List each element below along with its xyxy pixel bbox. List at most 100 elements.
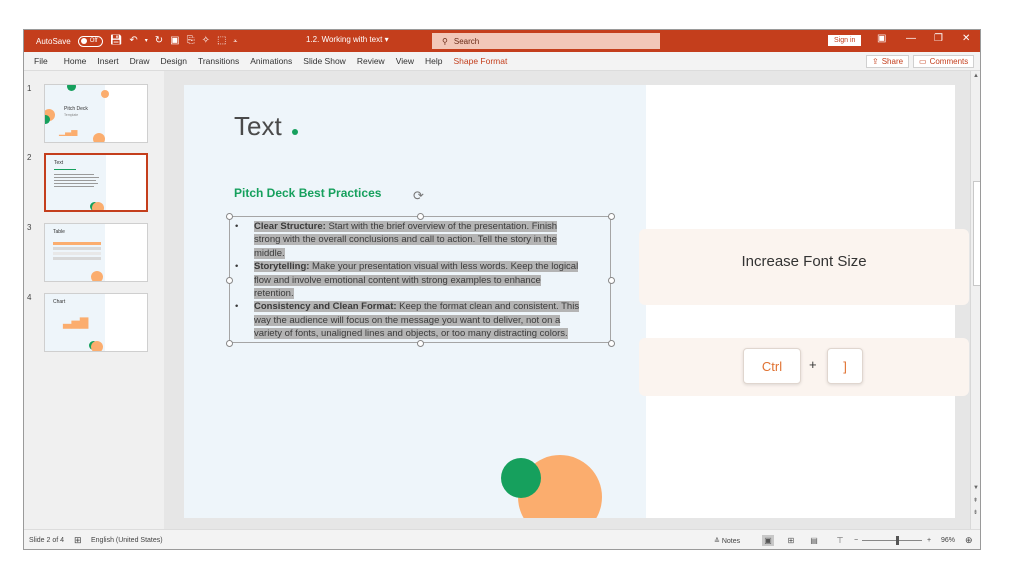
scrollbar-thumb[interactable] <box>973 181 980 286</box>
resize-handle[interactable] <box>608 213 615 220</box>
language-indicator[interactable]: English (United States) <box>91 537 163 544</box>
comments-button[interactable]: ▭ Comments <box>913 55 975 68</box>
powerpoint-window: AutoSave Off 💾︎ ↶ ▾ ↻ ▣ ⎘ ✧ ⬚ ⩡ 1.2. Wor… <box>23 29 981 550</box>
slide-thumbnail-1[interactable]: Pitch Deck Template ▁▃▅ <box>44 84 148 143</box>
tab-design[interactable]: Design <box>161 56 187 66</box>
thumbnail-line <box>54 183 98 184</box>
next-slide-icon[interactable]: ⇟ <box>973 509 978 516</box>
key-ctrl: Ctrl <box>743 348 801 384</box>
minimize-icon[interactable]: — <box>906 33 916 44</box>
thumbnail-decoration <box>92 202 104 210</box>
thumbnail-table-header <box>53 242 101 245</box>
shortcut-hint-title: Increase Font Size <box>741 253 867 270</box>
tab-animations[interactable]: Animations <box>250 56 292 66</box>
fit-to-window-icon[interactable]: ⊕ <box>965 535 973 546</box>
zoom-in-button[interactable]: + <box>927 537 931 544</box>
share-button[interactable]: ⇪ Share <box>866 55 910 68</box>
search-placeholder: Search <box>453 36 480 46</box>
resize-handle[interactable] <box>417 213 424 220</box>
rotate-handle-icon[interactable]: ⟳ <box>413 188 424 204</box>
tab-help[interactable]: Help <box>425 56 442 66</box>
autosave-toggle[interactable]: Off <box>77 35 103 47</box>
status-bar: Slide 2 of 4 ⊞ English (United States) ≙… <box>24 529 980 549</box>
undo-icon[interactable]: ↶ <box>129 36 137 46</box>
share-icon: ⇪ <box>872 57 879 66</box>
bullet-text: strong with the overall conclusions and … <box>254 234 557 246</box>
bullet-item: • Consistency and Clean Format: Keep the… <box>230 300 610 340</box>
document-title[interactable]: 1.2. Working with text ▾ <box>306 35 389 44</box>
slide-thumbnail-2[interactable]: Text <box>44 153 148 212</box>
document-title-caret: ▾ <box>384 35 389 44</box>
zoom-slider-track[interactable] <box>862 540 922 541</box>
search-box[interactable]: ⚲ Search <box>432 33 660 49</box>
resize-handle[interactable] <box>226 213 233 220</box>
thumbnail-line <box>54 169 76 170</box>
slide-thumbnail-pane: 1 Pitch Deck Template ▁▃▅ 2 Text 3 Table… <box>24 71 164 529</box>
thumbnail-number: 4 <box>27 293 32 302</box>
save-icon[interactable]: 💾︎ <box>110 36 123 46</box>
thumbnail-decoration <box>91 271 103 281</box>
slide-sorter-icon[interactable]: ⊞ <box>785 535 797 546</box>
previous-slide-icon[interactable]: ⇞ <box>973 497 978 504</box>
tab-review[interactable]: Review <box>357 56 385 66</box>
tab-slide-show[interactable]: Slide Show <box>303 56 346 66</box>
slide-thumbnail-3[interactable]: Table <box>44 223 148 282</box>
bullet-text: Make your presentation visual with less … <box>309 261 579 273</box>
thumbnail-number: 1 <box>27 84 32 93</box>
selection-icon[interactable]: ⬚ <box>217 36 226 46</box>
slide-show-icon[interactable]: ⊤ <box>834 535 846 546</box>
close-icon[interactable]: ✕ <box>962 33 970 44</box>
tab-view[interactable]: View <box>396 56 414 66</box>
notes-label: Notes <box>721 538 741 545</box>
tab-draw[interactable]: Draw <box>130 56 150 66</box>
bullet-mark: • <box>235 261 239 273</box>
format-painter-icon[interactable]: ⎘ <box>187 36 195 46</box>
slide-title[interactable]: Text <box>234 111 282 142</box>
tab-shape-format[interactable]: Shape Format <box>453 56 507 66</box>
resize-handle[interactable] <box>226 340 233 347</box>
normal-view-icon[interactable]: ▣ <box>762 535 774 546</box>
accessibility-icon[interactable]: ⊞ <box>74 535 82 546</box>
resize-handle[interactable] <box>608 340 615 347</box>
shapes-icon[interactable]: ✧ <box>202 36 210 46</box>
resize-handle[interactable] <box>417 340 424 347</box>
customize-toolbar-icon[interactable]: ⩡ <box>233 38 237 45</box>
comments-label: Comments <box>929 57 969 66</box>
scroll-down-icon[interactable]: ▼ <box>973 485 979 491</box>
tab-insert[interactable]: Insert <box>97 56 118 66</box>
tab-home[interactable]: Home <box>64 56 87 66</box>
redo-icon[interactable]: ↻ <box>155 36 163 46</box>
slide-subtitle[interactable]: Pitch Deck Best Practices <box>234 186 381 200</box>
ribbon-display-icon[interactable]: ▣ <box>877 33 886 44</box>
ribbon-tabs: File Home Insert Draw Design Transitions… <box>24 52 980 71</box>
thumbnail-line <box>54 177 99 178</box>
reading-view-icon[interactable]: ▤ <box>808 535 820 546</box>
notes-button[interactable]: ≙ Notes <box>714 537 740 545</box>
scroll-up-icon[interactable]: ▲ <box>973 73 979 79</box>
tab-transitions[interactable]: Transitions <box>198 56 239 66</box>
sign-in-button[interactable]: Sign in <box>828 35 862 46</box>
restore-icon[interactable]: ❐ <box>934 33 943 44</box>
zoom-out-button[interactable]: − <box>854 537 858 544</box>
thumbnail-chart-icon: ▃▅▇ <box>63 317 89 329</box>
comment-icon: ▭ <box>919 57 927 66</box>
share-label: Share <box>881 57 904 66</box>
zoom-slider-knob[interactable] <box>896 536 899 545</box>
key-plus: + <box>809 357 817 372</box>
selected-text-box[interactable]: • Clear Structure: Start with the brief … <box>226 213 615 347</box>
tab-file[interactable]: File <box>34 56 48 66</box>
bullet-item: • Clear Structure: Start with the brief … <box>230 220 610 260</box>
slide-counter: Slide 2 of 4 <box>29 537 65 544</box>
slide-thumbnail-4[interactable]: Chart ▃▅▇ <box>44 293 148 352</box>
undo-dropdown-icon[interactable]: ▾ <box>145 38 148 44</box>
bullet-heading: Clear Structure: <box>254 221 326 232</box>
shortcut-hint-title-card: Increase Font Size <box>639 229 969 305</box>
thumbnail-title: Table <box>53 229 65 235</box>
autosave-label: AutoSave <box>36 36 71 46</box>
thumbnail-number: 3 <box>27 223 32 232</box>
title-bar: AutoSave Off 💾︎ ↶ ▾ ↻ ▣ ⎘ ✧ ⬚ ⩡ 1.2. Wor… <box>24 30 980 52</box>
search-icon: ⚲ <box>442 36 448 46</box>
zoom-level[interactable]: 96% <box>941 537 955 544</box>
vertical-scrollbar[interactable]: ▲ ▼ ⇞ ⇟ <box>970 71 980 529</box>
presenter-icon[interactable]: ▣ <box>170 36 179 46</box>
